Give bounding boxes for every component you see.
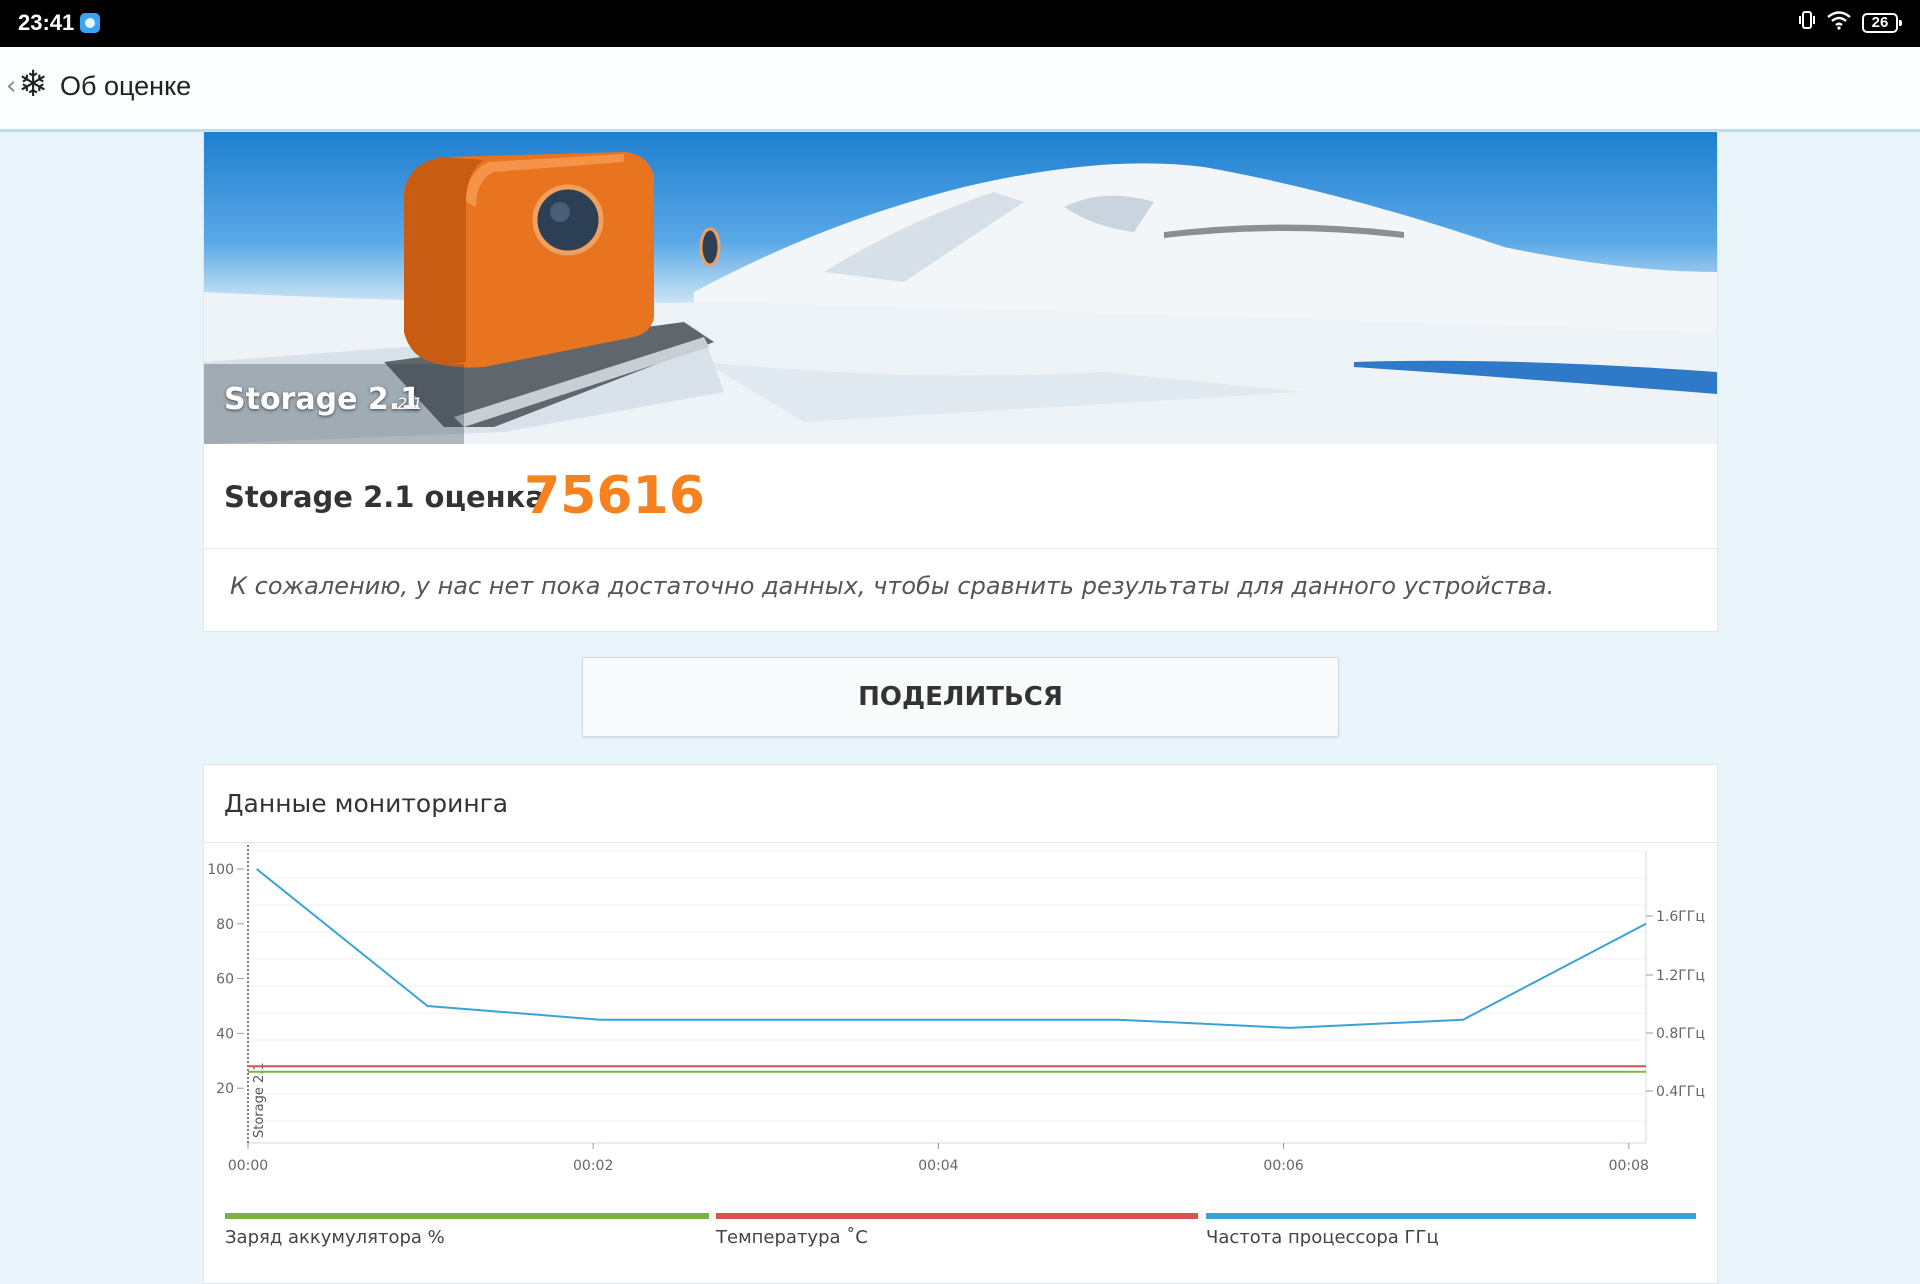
benchmark-hero-image: Storage 2.1 2.1 xyxy=(204,132,1717,444)
legend-temperature-swatch xyxy=(716,1213,1198,1219)
battery-icon: 26 xyxy=(1862,13,1902,33)
x-axis-tick-label: 00:02 xyxy=(573,1158,613,1173)
benchmark-marker-label: Storage 2.1 xyxy=(252,1062,267,1138)
app-bar: ‹ ❄ Об оценке xyxy=(0,47,1920,132)
legend-cpu-frequency-swatch xyxy=(1206,1213,1696,1219)
hero-illustration xyxy=(204,152,1717,444)
status-bar: 23:41 26 xyxy=(0,0,1920,47)
legend-battery-label: Заряд аккумулятора % xyxy=(225,1227,445,1248)
left-axis-tick-label: 40 xyxy=(216,1026,234,1042)
legend-cpu-frequency-label: Частота процессора ГГц xyxy=(1206,1227,1439,1248)
left-axis-tick-label: 60 xyxy=(216,972,234,988)
app-notification-icon xyxy=(80,13,100,33)
monitoring-title: Данные мониторинга xyxy=(224,789,509,818)
series-line xyxy=(256,868,1647,1029)
score-value: 75616 xyxy=(524,466,705,526)
page-title: Об оценке xyxy=(60,71,192,101)
monitoring-chart: 100 80 60 40 20 1.6ГГц 1.2ГГц 0.8ГГц 0.4ГГц 00:00… xyxy=(207,845,1705,1173)
monitoring-card: Данные мониторинга 100 80 60 40 20 1.6ГГц 1.2Г… xyxy=(203,764,1718,1284)
hero-benchmark-version: 2.1 xyxy=(397,394,423,413)
x-axis-tick-label: 00:00 xyxy=(228,1158,268,1173)
legend-temperature-label: Температура ˚C xyxy=(716,1227,868,1248)
left-axis-tick-label: 20 xyxy=(216,1081,234,1097)
back-chevron-icon[interactable]: ‹ xyxy=(6,71,16,101)
right-axis-tick-label: 0.8ГГц xyxy=(1656,1026,1705,1042)
x-axis-tick-label: 00:08 xyxy=(1609,1158,1649,1173)
legend-battery-swatch xyxy=(225,1213,709,1219)
right-axis-tick-label: 0.4ГГц xyxy=(1656,1084,1705,1100)
share-button[interactable]: ПОДЕЛИТЬСЯ xyxy=(582,657,1339,737)
comparison-note: К сожалению, у нас нет пока достаточно д… xyxy=(230,572,1555,600)
left-axis-tick-label: 80 xyxy=(216,917,234,933)
hero-benchmark-name: Storage 2.1 xyxy=(224,382,422,417)
right-axis-tick-label: 1.2ГГц xyxy=(1656,968,1705,984)
wifi-icon xyxy=(1826,10,1852,37)
score-label: Storage 2.1 оценка xyxy=(224,480,545,514)
legend-temperature: Температура ˚C xyxy=(716,1213,1198,1253)
left-axis-tick-label: 100 xyxy=(207,862,234,878)
vibrate-icon xyxy=(1798,10,1816,37)
right-axis-tick-label: 1.6ГГц xyxy=(1656,909,1705,925)
status-time: 23:41 xyxy=(18,10,75,35)
x-axis-tick-label: 00:06 xyxy=(1263,1158,1303,1173)
result-card: Storage 2.1 2.1 Storage 2.1 оценка 75616… xyxy=(203,131,1718,632)
app-logo-icon[interactable]: ❄ xyxy=(18,65,48,105)
score-row: Storage 2.1 оценка 75616 xyxy=(204,444,1717,549)
legend-cpu-frequency: Частота процессора ГГц xyxy=(1206,1213,1696,1253)
x-axis-tick-label: 00:04 xyxy=(918,1158,958,1173)
legend-battery: Заряд аккумулятора % xyxy=(225,1213,709,1253)
status-icons: 26 xyxy=(1798,10,1902,37)
